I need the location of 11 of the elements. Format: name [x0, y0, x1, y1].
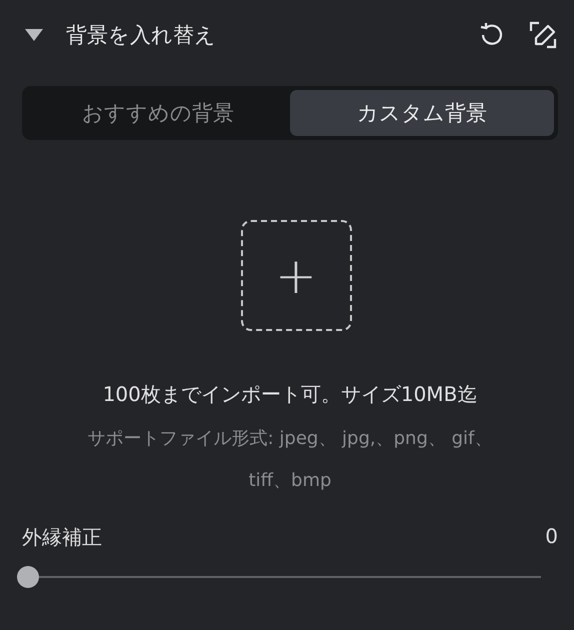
collapse-triangle-icon[interactable] [24, 28, 44, 42]
slider-value: 0 [545, 524, 558, 550]
supported-formats-text: サポートファイル形式: jpeg、 jpg,、png、 gif、 tiff、bmp [86, 427, 494, 493]
tab[interactable]: おすすめの背景 [26, 90, 290, 136]
slider-label: 外縁補正 [22, 524, 102, 551]
section-title: 背景を入れ替え [66, 22, 216, 49]
import-limit-text: 100枚までインポート可。サイズ10MB迄 [102, 381, 478, 408]
slider-thumb[interactable] [17, 566, 39, 588]
tab[interactable]: カスタム背景 [290, 90, 554, 136]
edit-icon[interactable] [528, 20, 558, 50]
add-image-button[interactable]: + [240, 220, 352, 331]
